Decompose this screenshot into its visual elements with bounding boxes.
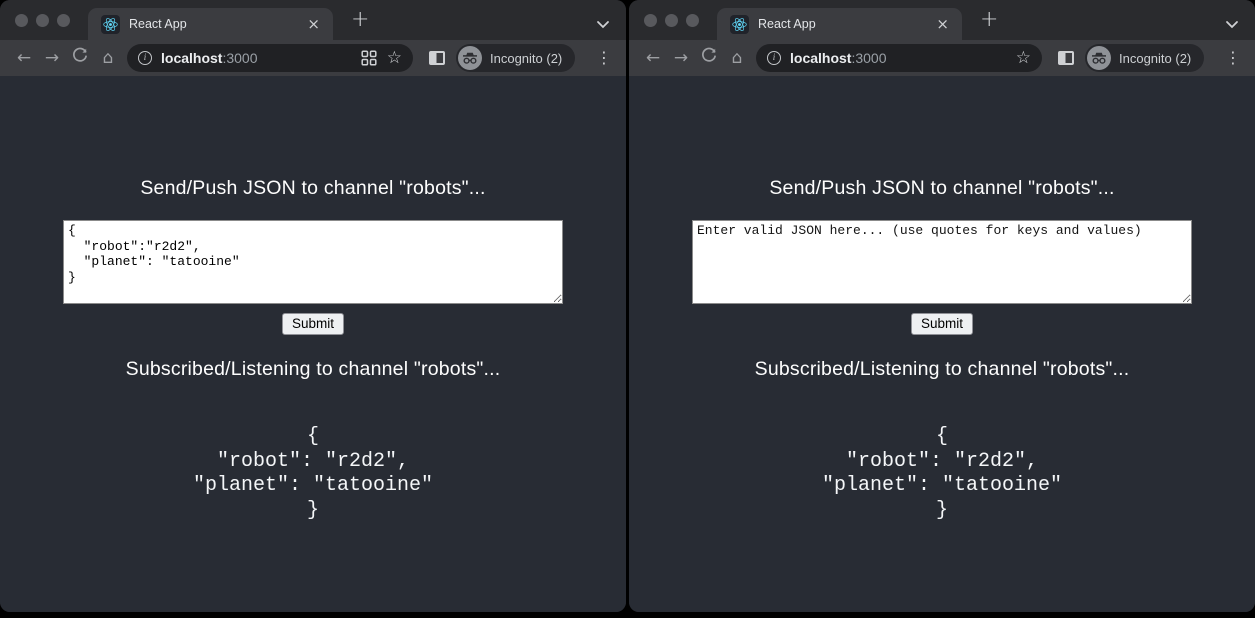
tab-list-chevron-icon[interactable] (596, 16, 610, 34)
side-panel-icon[interactable] (429, 51, 445, 65)
json-input[interactable] (692, 220, 1192, 304)
submit-button[interactable]: Submit (282, 313, 344, 335)
bookmark-star-icon[interactable]: ☆ (387, 50, 402, 67)
reload-icon[interactable] (695, 44, 723, 72)
json-output-line: { (0, 425, 626, 450)
browser-menu-icon[interactable]: ⋮ (1221, 50, 1245, 66)
back-icon[interactable]: ← (10, 44, 38, 72)
tab-react-app[interactable]: React App × (717, 8, 962, 40)
page-content: Send/Push JSON to channel "robots"... { … (0, 76, 626, 612)
json-output-line: "robot": "r2d2", (0, 450, 626, 475)
traffic-light-minimize-button[interactable] (36, 14, 49, 27)
address-bar[interactable]: i localhost:3000 ☆ (127, 44, 413, 72)
home-icon[interactable]: ⌂ (94, 44, 122, 72)
forward-icon[interactable]: → (38, 44, 66, 72)
home-icon[interactable]: ⌂ (723, 44, 751, 72)
back-icon[interactable]: ← (639, 44, 667, 72)
side-panel-icon[interactable] (1058, 51, 1074, 65)
json-output-line: "robot": "r2d2", (629, 450, 1255, 475)
browser-toolbar: ← → ⌂ i localhost:3000 ☆ Incognito (2) ⋮ (629, 40, 1255, 76)
json-output-line: } (629, 499, 1255, 524)
address-bar[interactable]: i localhost:3000 ☆ (756, 44, 1042, 72)
url-port: :3000 (851, 50, 886, 66)
bookmark-star-icon[interactable]: ☆ (1016, 50, 1031, 67)
browser-window-left: React App × + ← → ⌂ i localhost:3000 ☆ (0, 0, 626, 612)
window-controls (0, 14, 70, 27)
json-output: { "robot": "r2d2", "planet": "tatooine" … (0, 425, 626, 523)
traffic-light-close-button[interactable] (15, 14, 28, 27)
forward-icon[interactable]: → (667, 44, 695, 72)
site-info-icon[interactable]: i (767, 51, 781, 65)
tab-title: React App (758, 17, 816, 31)
incognito-avatar-icon (458, 46, 482, 70)
incognito-badge[interactable]: Incognito (2) (456, 44, 575, 72)
tab-react-app[interactable]: React App × (88, 8, 333, 40)
send-heading: Send/Push JSON to channel "robots"... (629, 76, 1255, 200)
new-tab-button[interactable]: + (347, 7, 373, 33)
json-output-line: { (629, 425, 1255, 450)
incognito-label: Incognito (2) (1119, 51, 1191, 66)
submit-row: Submit (629, 313, 1255, 335)
json-output-line: "planet": "tatooine" (0, 474, 626, 499)
react-favicon-icon (730, 15, 749, 34)
json-output: { "robot": "r2d2", "planet": "tatooine" … (629, 425, 1255, 523)
tab-strip: React App × + (0, 0, 626, 40)
listen-heading: Subscribed/Listening to channel "robots"… (0, 335, 626, 381)
listen-heading: Subscribed/Listening to channel "robots"… (629, 335, 1255, 381)
reload-icon[interactable] (66, 44, 94, 72)
json-output-line: "planet": "tatooine" (629, 474, 1255, 499)
browser-menu-icon[interactable]: ⋮ (592, 50, 616, 66)
tab-close-icon[interactable]: × (304, 17, 323, 32)
react-favicon-icon (101, 15, 120, 34)
submit-button[interactable]: Submit (911, 313, 973, 335)
traffic-light-minimize-button[interactable] (665, 14, 678, 27)
new-tab-button[interactable]: + (976, 7, 1002, 33)
browser-toolbar: ← → ⌂ i localhost:3000 ☆ Incognito (2) ⋮ (0, 40, 626, 76)
browser-window-right: React App × + ← → ⌂ i localhost:3000 ☆ I… (629, 0, 1255, 612)
url-text: localhost:3000 (161, 50, 258, 66)
incognito-badge[interactable]: Incognito (2) (1085, 44, 1204, 72)
tab-close-icon[interactable]: × (933, 17, 952, 32)
submit-row: Submit (0, 313, 626, 335)
send-heading: Send/Push JSON to channel "robots"... (0, 76, 626, 200)
json-input[interactable]: { "robot":"r2d2", "planet": "tatooine" } (63, 220, 563, 304)
traffic-light-zoom-button[interactable] (686, 14, 699, 27)
tab-title: React App (129, 17, 187, 31)
traffic-light-zoom-button[interactable] (57, 14, 70, 27)
tab-list-chevron-icon[interactable] (1225, 16, 1239, 34)
incognito-label: Incognito (2) (490, 51, 562, 66)
site-info-icon[interactable]: i (138, 51, 152, 65)
url-text: localhost:3000 (790, 50, 887, 66)
url-port: :3000 (222, 50, 257, 66)
url-host: localhost (161, 50, 222, 66)
url-host: localhost (790, 50, 851, 66)
organize-tabs-icon[interactable] (361, 50, 377, 66)
json-output-line: } (0, 499, 626, 524)
incognito-avatar-icon (1087, 46, 1111, 70)
page-content: Send/Push JSON to channel "robots"... Su… (629, 76, 1255, 612)
window-controls (629, 14, 699, 27)
traffic-light-close-button[interactable] (644, 14, 657, 27)
tab-strip: React App × + (629, 0, 1255, 40)
